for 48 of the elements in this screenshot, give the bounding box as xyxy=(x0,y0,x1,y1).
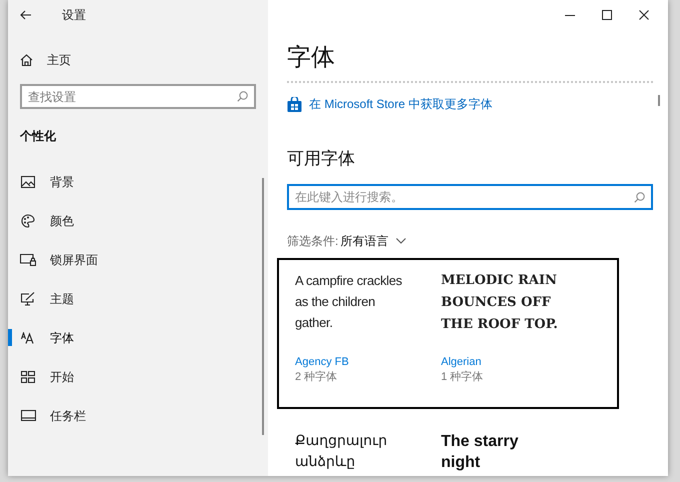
chevron-icon xyxy=(396,238,406,244)
font-sample: A campfire crackles xyxy=(295,272,402,290)
font-sample: as the children xyxy=(295,292,376,310)
nav-item[interactable]: 背景 xyxy=(8,162,268,201)
font-name: Agency FB xyxy=(295,354,349,370)
nav-item[interactable]: 开始 xyxy=(8,357,268,396)
nav-item[interactable]: 颜色 xyxy=(8,201,268,240)
home-icon xyxy=(20,54,33,66)
close-icon[interactable] xyxy=(638,10,648,20)
taskbar-icon xyxy=(20,410,36,421)
section-heading: 个性化 xyxy=(18,128,57,145)
selection-bar xyxy=(8,329,12,346)
search-field[interactable]: 在此键入进行搜索。 xyxy=(287,184,653,210)
shopping-bag-icon xyxy=(287,96,302,112)
font-sample: անձրևը xyxy=(295,452,356,472)
font-sample: MELODIC RAIN xyxy=(441,272,557,290)
search-field[interactable]: 查找设置 xyxy=(20,84,256,109)
font-sample: BOUNCES OFF xyxy=(441,294,551,312)
maximize-icon[interactable] xyxy=(602,10,612,20)
store-link[interactable]: 在 Microsoft Store 中获取更多字体 xyxy=(287,95,492,113)
font-sample: night xyxy=(441,452,480,472)
font-sample: The starry xyxy=(441,432,518,452)
back-icon[interactable] xyxy=(20,10,32,20)
nav-item[interactable]: 锁屏界面 xyxy=(8,240,268,279)
screen-lock-icon xyxy=(20,254,36,266)
nav-item[interactable]: 字体 xyxy=(8,318,268,357)
font-icon xyxy=(21,332,35,344)
filter-dropdown[interactable]: 筛选条件: 所有语言 xyxy=(287,232,406,250)
section-heading: 可用字体 xyxy=(287,148,355,170)
picture-icon xyxy=(21,176,35,188)
search-icon xyxy=(237,91,248,102)
nav-item[interactable]: 任务栏 xyxy=(8,396,268,435)
pen-screen-icon xyxy=(20,292,36,306)
palette-icon xyxy=(21,214,35,228)
page-title: 字体 xyxy=(287,43,335,73)
font-count: 1 种字体 xyxy=(441,370,484,384)
scrollbar xyxy=(658,95,660,106)
font-sample: Քաղցրալուր xyxy=(295,432,388,450)
font-sample: gather. xyxy=(295,314,333,332)
tiles-icon xyxy=(21,370,35,382)
font-name: Algerian xyxy=(441,354,482,370)
window-title: 设置 xyxy=(62,7,86,24)
font-sample: THE ROOF TOP. xyxy=(441,316,558,334)
font-count: 2 种字体 xyxy=(295,370,338,384)
font-card-selection[interactable]: A campfire crackles as the children gather. Agency FB 2 种字体 MELODIC RAIN BOUNCES OFF THE ROOF TOP. Algerian 1 种字体 xyxy=(277,258,619,408)
home-item[interactable]: 主页 xyxy=(8,44,268,76)
nav-item[interactable]: 主题 xyxy=(8,279,268,318)
search-icon xyxy=(634,192,645,202)
